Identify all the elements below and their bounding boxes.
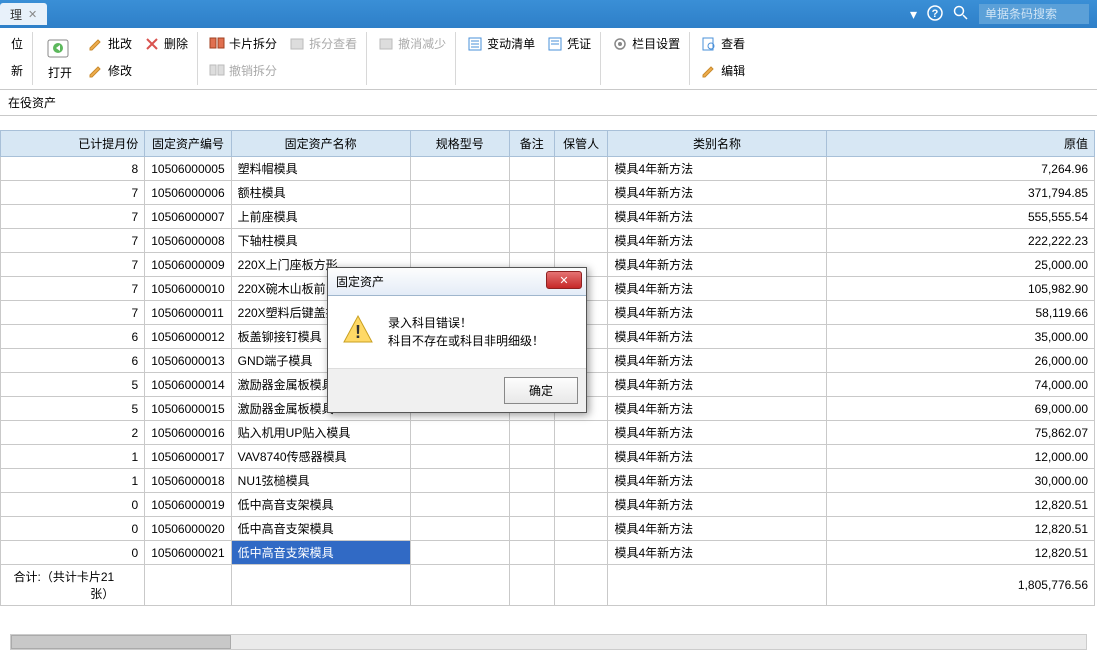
search-icon bbox=[701, 36, 717, 52]
warning-icon: ! bbox=[342, 314, 374, 346]
table-row[interactable]: 110506000017VAV8740传感器模具模具4年新方法12,000.00 bbox=[1, 445, 1095, 469]
dropdown-icon[interactable]: ▾ bbox=[910, 6, 917, 23]
dialog-ok-button[interactable]: 确定 bbox=[504, 377, 578, 404]
delete-button[interactable]: 删除 bbox=[143, 34, 189, 53]
pencil-icon bbox=[88, 63, 104, 79]
error-dialog: 固定资产 ✕ ! 录入科目错误！ 科目不存在或科目非明细级！ 确定 bbox=[327, 267, 587, 413]
dialog-title: 固定资产 bbox=[336, 273, 384, 290]
section-title: 在役资产 bbox=[0, 90, 1097, 116]
revoke-reduce-icon bbox=[378, 36, 394, 52]
split-revoke-button: 撤销拆分 bbox=[208, 61, 278, 80]
title-bar: 理 ✕ ▾ ? bbox=[0, 0, 1097, 28]
table-row[interactable]: 010506000020低中高音支架模具模具4年新方法12,820.51 bbox=[1, 517, 1095, 541]
view-icon bbox=[289, 36, 305, 52]
batch-edit-button[interactable]: 批改 bbox=[87, 34, 133, 53]
scrollbar-thumb[interactable] bbox=[11, 635, 231, 649]
search-input[interactable] bbox=[979, 4, 1089, 24]
help-icon[interactable]: ? bbox=[927, 5, 943, 24]
header-value[interactable]: 原值 bbox=[826, 131, 1094, 157]
pencil-icon bbox=[701, 63, 717, 79]
dialog-close-button[interactable]: ✕ bbox=[546, 271, 582, 289]
tab-asset-mgmt[interactable]: 理 ✕ bbox=[0, 3, 47, 25]
pencil-icon bbox=[88, 36, 104, 52]
svg-text:!: ! bbox=[355, 322, 361, 342]
dialog-title-bar[interactable]: 固定资产 ✕ bbox=[328, 268, 586, 296]
gear-icon bbox=[612, 36, 628, 52]
list-icon bbox=[467, 36, 483, 52]
table-row[interactable]: 010506000021低中高音支架模具模具4年新方法12,820.51 bbox=[1, 541, 1095, 565]
summary-row: 合计:（共计卡片21张）1,805,776.56 bbox=[1, 565, 1095, 606]
header-remark[interactable]: 备注 bbox=[509, 131, 554, 157]
svg-text:?: ? bbox=[932, 8, 939, 20]
edit2-button[interactable]: 编辑 bbox=[700, 61, 746, 80]
delete-icon bbox=[144, 36, 160, 52]
tab-label: 理 bbox=[10, 6, 22, 23]
header-keeper[interactable]: 保管人 bbox=[554, 131, 608, 157]
voucher-button[interactable]: 凭证 bbox=[546, 34, 592, 53]
open-icon bbox=[45, 36, 75, 62]
search-icon[interactable] bbox=[953, 5, 969, 24]
table-row[interactable]: 810506000005塑料帽模具模具4年新方法7,264.96 bbox=[1, 157, 1095, 181]
revoke-reduce-button: 撤消减少 bbox=[377, 34, 447, 53]
change-list-button[interactable]: 变动清单 bbox=[466, 34, 536, 53]
ribbon-toolbar: 位 新 打开 批改 修改 删除 卡片拆分 撤销拆分 拆分查看 撤消减少 变动清 bbox=[0, 28, 1097, 90]
view-button[interactable]: 查看 bbox=[700, 34, 746, 53]
table-row[interactable]: 110506000018NU1弦槌模具模具4年新方法30,000.00 bbox=[1, 469, 1095, 493]
header-spec[interactable]: 规格型号 bbox=[410, 131, 509, 157]
split-view-button: 拆分查看 bbox=[288, 34, 358, 53]
table-row[interactable]: 010506000019低中高音支架模具模具4年新方法12,820.51 bbox=[1, 493, 1095, 517]
refresh-button[interactable]: 新 bbox=[10, 61, 24, 80]
dialog-message: 录入科目错误！ 科目不存在或科目非明细级！ bbox=[388, 314, 544, 350]
new-button[interactable]: 位 bbox=[10, 34, 24, 53]
card-split-button[interactable]: 卡片拆分 bbox=[208, 34, 278, 53]
header-month[interactable]: 已计提月份 bbox=[1, 131, 145, 157]
voucher-icon bbox=[547, 36, 563, 52]
open-button[interactable]: 打开 bbox=[43, 34, 77, 83]
table-row[interactable]: 210506000016贴入机用UP贴入模具模具4年新方法75,862.07 bbox=[1, 421, 1095, 445]
table-row[interactable]: 710506000006额柱模具模具4年新方法371,794.85 bbox=[1, 181, 1095, 205]
column-set-button[interactable]: 栏目设置 bbox=[611, 34, 681, 53]
horizontal-scrollbar[interactable] bbox=[10, 634, 1087, 650]
table-row[interactable]: 710506000008下轴柱模具模具4年新方法222,222.23 bbox=[1, 229, 1095, 253]
split-icon bbox=[209, 36, 225, 52]
header-id[interactable]: 固定资产编号 bbox=[145, 131, 231, 157]
table-row[interactable]: 710506000007上前座模具模具4年新方法555,555.54 bbox=[1, 205, 1095, 229]
header-name[interactable]: 固定资产名称 bbox=[231, 131, 410, 157]
tab-close-icon[interactable]: ✕ bbox=[28, 8, 37, 21]
revoke-icon bbox=[209, 63, 225, 79]
edit-button[interactable]: 修改 bbox=[87, 61, 133, 80]
header-category[interactable]: 类别名称 bbox=[608, 131, 826, 157]
